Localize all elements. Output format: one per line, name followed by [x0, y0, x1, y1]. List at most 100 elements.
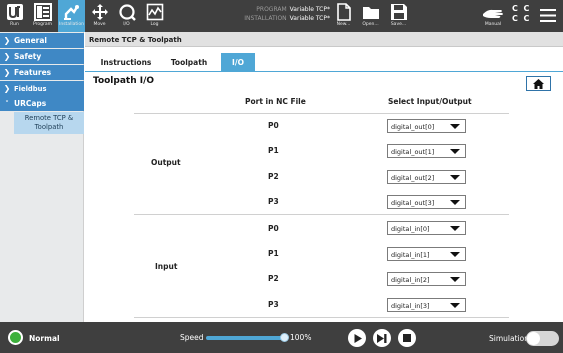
move-label: Move [93, 22, 106, 27]
play-icon [354, 333, 362, 343]
sidebar-item-remote-tcp-toolpath[interactable]: Remote TCP & Toolpath [14, 112, 84, 134]
new-label: New... [336, 22, 351, 27]
tab-toolpath[interactable]: Toolpath [157, 53, 221, 71]
save-icon [390, 4, 407, 20]
sidebar-item-general[interactable]: ❯ General [0, 33, 84, 48]
sidebar-item-label: Features [14, 68, 52, 77]
sidebar-item-label: General [14, 36, 47, 45]
header-bar: Run Program Installation Move I/O Log PR… [0, 0, 563, 32]
installation-sidebar: ❯ General ❯ Safety ❯ Features ❯ Fieldbus… [0, 32, 84, 322]
simulation-label: Simulation [489, 334, 529, 343]
column-header-port: Port in NC File [245, 97, 306, 106]
dropdown-arrow-icon [450, 175, 460, 180]
io-button[interactable]: I/O [115, 0, 138, 32]
select-value: digital_out[2] [391, 174, 435, 182]
output-p0-select[interactable]: digital_out[0] [387, 119, 466, 133]
column-header-select: Select Input/Output [388, 97, 472, 106]
installation-button[interactable]: Installation [58, 0, 85, 32]
run-button[interactable]: Run [3, 0, 26, 32]
installation-key: INSTALLATION [244, 15, 287, 22]
home-button[interactable] [526, 76, 551, 91]
menu-button[interactable] [538, 0, 558, 32]
output-p2-select[interactable]: digital_out[2] [387, 170, 466, 184]
dropdown-arrow-icon [450, 149, 460, 154]
dropdown-arrow-icon [450, 200, 460, 205]
port-label: P2 [268, 172, 279, 181]
open-button[interactable]: Open... [359, 0, 382, 32]
input-p3-select[interactable]: digital_in[3] [387, 298, 466, 312]
chevron-down-icon: ˅ [5, 99, 9, 108]
output-p1-select[interactable]: digital_out[1] [387, 144, 466, 158]
port-label: P1 [268, 249, 279, 258]
installation-name: Variable TCP* [289, 15, 330, 22]
speed-label: Speed [180, 333, 204, 342]
sidebar-item-label: Fieldbus [14, 84, 47, 93]
speed-value: 100% [290, 333, 312, 342]
breadcrumb: Remote TCP & Toolpath [85, 32, 563, 47]
select-value: digital_out[0] [391, 123, 435, 131]
input-p0-select[interactable]: digital_in[0] [387, 221, 466, 235]
sidebar-item-label: Safety [14, 52, 42, 61]
cc-char: C [512, 4, 518, 13]
run-label: Run [10, 22, 19, 27]
robot-status-indicator[interactable] [8, 330, 23, 345]
save-button[interactable]: Save... [387, 0, 410, 32]
cc-char: C [523, 14, 530, 23]
ur-logo-icon [6, 4, 23, 20]
new-button[interactable]: New... [332, 0, 355, 32]
save-label: Save... [390, 22, 407, 27]
tab-io[interactable]: I/O [221, 53, 255, 71]
program-icon [33, 3, 52, 21]
dropdown-arrow-icon [450, 252, 460, 257]
group-divider [134, 214, 509, 215]
header-divider [134, 113, 509, 114]
sidebar-item-safety[interactable]: ❯ Safety [0, 49, 84, 64]
main-panel: Remote TCP & Toolpath Instructions Toolp… [85, 32, 563, 322]
open-label: Open... [362, 22, 379, 27]
port-label: P3 [268, 300, 279, 309]
simulation-toggle[interactable] [526, 331, 559, 346]
output-p3-select[interactable]: digital_out[3] [387, 195, 466, 209]
play-button[interactable] [348, 329, 366, 347]
input-p1-select[interactable]: digital_in[1] [387, 247, 466, 261]
tab-underline [85, 71, 563, 72]
tcp-indicator: C C C C [512, 4, 529, 24]
sidebar-item-urcaps[interactable]: ˅ URCaps [0, 96, 84, 111]
manual-label: Manual [484, 22, 502, 27]
port-label: P3 [268, 197, 279, 206]
select-value: digital_out[1] [391, 148, 435, 156]
manual-hand-icon [483, 9, 503, 18]
speed-slider-handle[interactable] [280, 333, 289, 342]
dropdown-arrow-icon [450, 124, 460, 129]
group-label-input: Input [155, 262, 178, 271]
port-label: P0 [268, 121, 279, 130]
program-key: PROGRAM [256, 6, 287, 13]
log-label: Log [150, 22, 159, 27]
move-button[interactable]: Move [88, 0, 111, 32]
chevron-right-icon: ❯ [3, 52, 11, 61]
tab-instructions[interactable]: Instructions [95, 53, 157, 71]
dropdown-arrow-icon [450, 226, 460, 231]
stop-button[interactable] [398, 329, 416, 347]
cc-char: C [512, 14, 518, 23]
speed-slider-track[interactable] [206, 336, 284, 340]
move-icon [91, 4, 108, 20]
log-icon [146, 3, 163, 21]
sidebar-item-fieldbus[interactable]: ❯ Fieldbus [0, 81, 84, 96]
select-value: digital_out[3] [391, 199, 435, 207]
io-icon [118, 4, 136, 21]
input-p2-select[interactable]: digital_in[2] [387, 272, 466, 286]
step-button[interactable] [373, 329, 391, 347]
program-button[interactable]: Program [31, 0, 54, 32]
select-value: digital_in[0] [391, 225, 430, 233]
open-folder-icon [362, 7, 379, 19]
chevron-right-icon: ❯ [3, 84, 11, 93]
select-value: digital_in[3] [391, 302, 430, 310]
program-name: Variable TCP* [289, 6, 330, 13]
sidebar-item-label: URCaps [14, 99, 47, 108]
step-forward-icon [377, 333, 387, 343]
sidebar-item-features[interactable]: ❯ Features [0, 65, 84, 80]
log-button[interactable]: Log [143, 0, 166, 32]
manual-mode-button[interactable]: Manual [480, 0, 506, 32]
dropdown-arrow-icon [450, 277, 460, 282]
